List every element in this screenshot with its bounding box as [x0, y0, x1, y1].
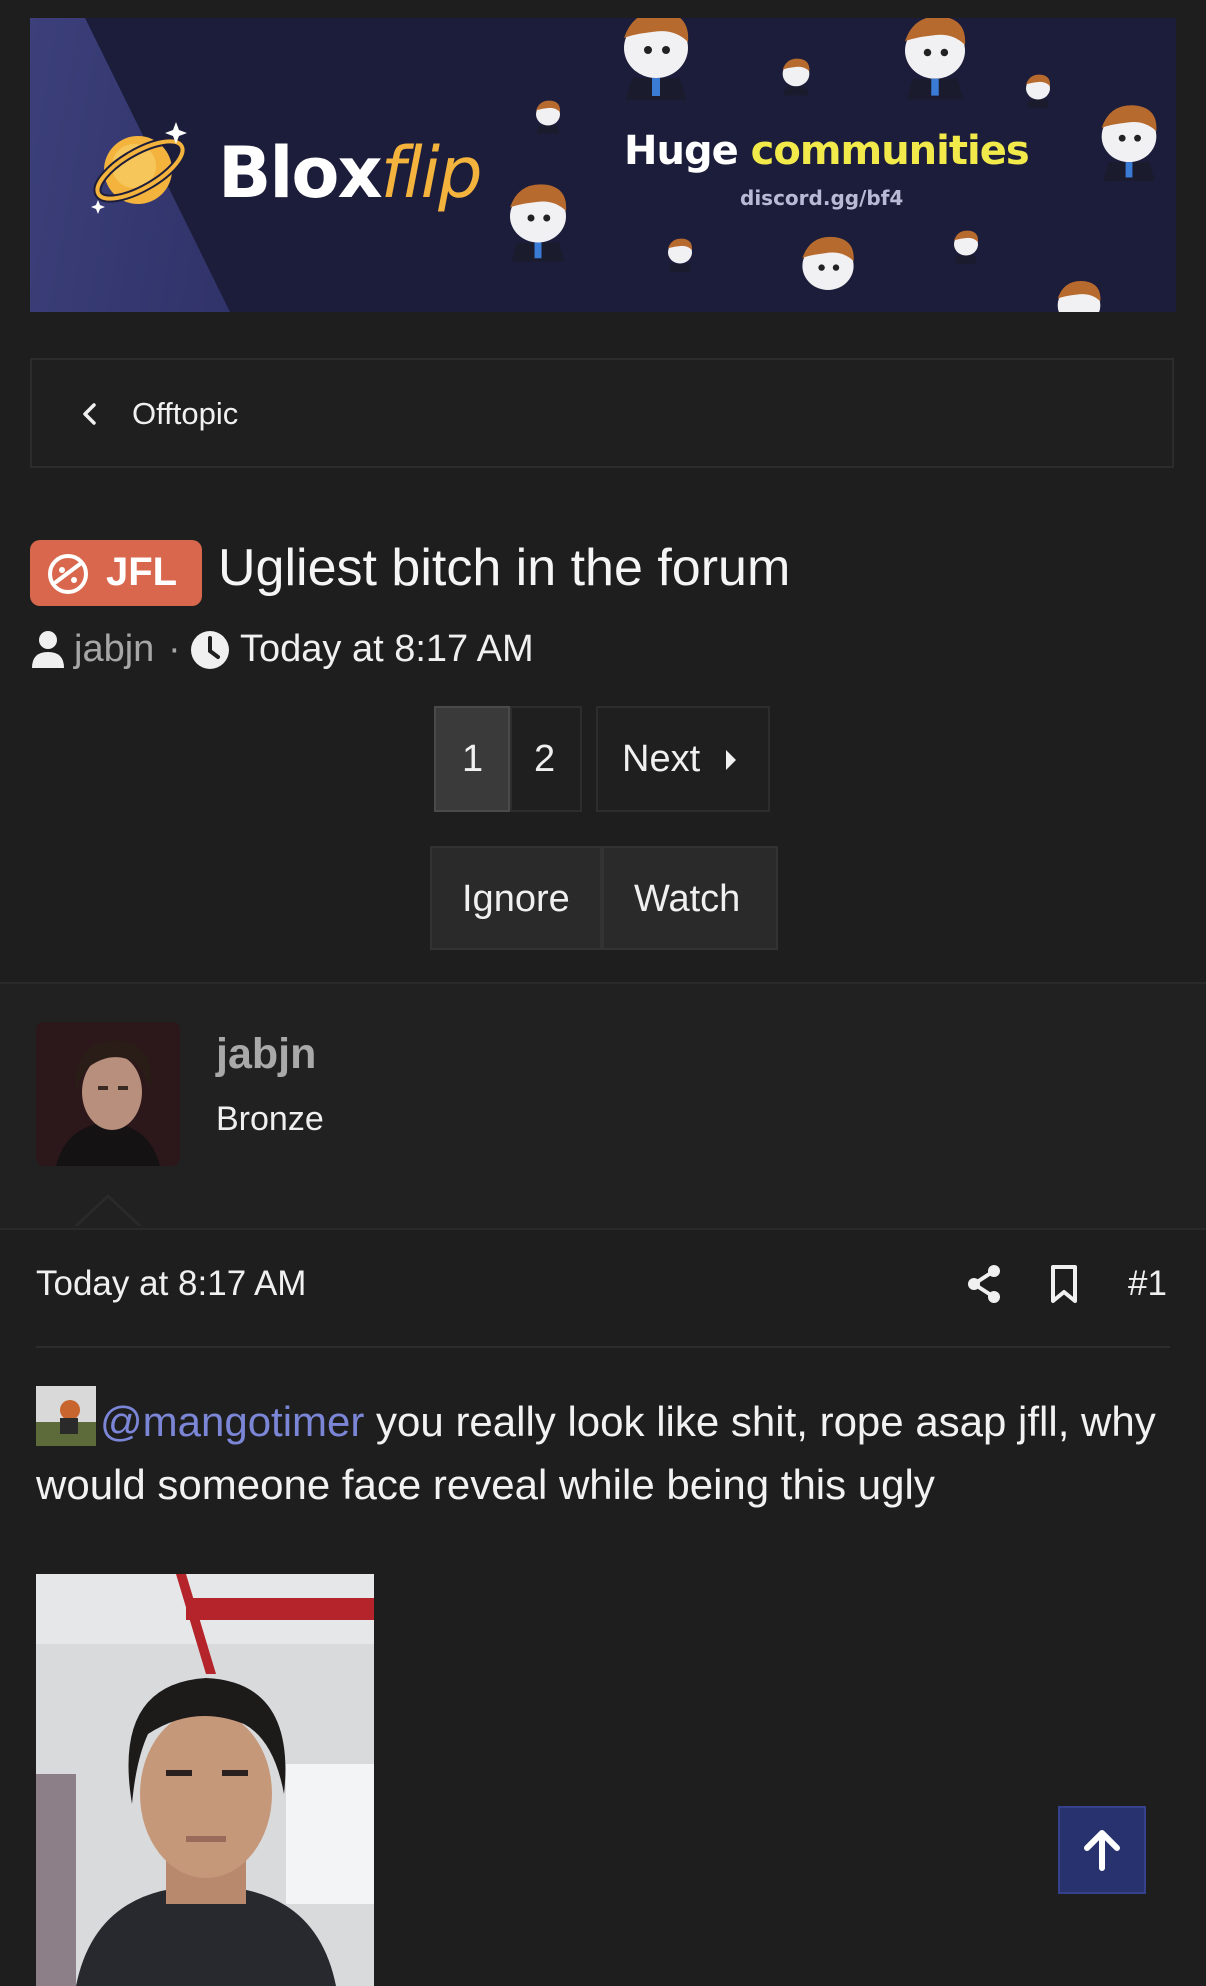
- post-body: @mangotimer you really look like shit, r…: [36, 1386, 1176, 1516]
- mascot-icon: [802, 236, 854, 290]
- post-image[interactable]: [36, 1574, 374, 1986]
- mascot-icon: [954, 230, 979, 264]
- headline-accent: communities: [750, 128, 1030, 174]
- avatar[interactable]: [36, 1022, 180, 1166]
- post-user-rank: Bronze: [216, 1100, 324, 1138]
- headline-white: Huge: [624, 128, 739, 174]
- mascot-icon: [510, 184, 567, 262]
- mascot-icon: [1057, 281, 1101, 312]
- prefix-icon: [48, 554, 88, 594]
- thread-author[interactable]: jabjn: [74, 628, 154, 671]
- breadcrumb[interactable]: Offtopic: [30, 358, 1174, 468]
- brand-flip: flip: [380, 132, 483, 214]
- user-block-pointer-inner: [77, 1198, 139, 1227]
- mascot-icon: [536, 100, 561, 134]
- post-username[interactable]: jabjn: [216, 1030, 316, 1079]
- page-2-label: 2: [534, 738, 556, 780]
- banner-brand: Bloxflip: [218, 132, 483, 214]
- clock-icon: [191, 631, 229, 669]
- next-label: Next: [622, 738, 701, 780]
- page-title: Ugliest bitch in the forum: [218, 539, 791, 597]
- post-divider: [36, 1346, 1170, 1348]
- chevron-left-icon: [83, 403, 96, 425]
- ad-banner[interactable]: Bloxflip Huge communities discord.gg/bf4: [30, 18, 1176, 312]
- post-user-block: jabjn Bronze: [0, 982, 1206, 1230]
- brand-main: Blox: [218, 132, 383, 214]
- thread-prefix-badge[interactable]: JFL: [30, 540, 202, 606]
- prefix-label: JFL: [106, 550, 178, 594]
- post-time[interactable]: Today at 8:17 AM: [36, 1264, 306, 1304]
- mascot-icon: [782, 58, 810, 96]
- banner-headline: Huge communities: [624, 128, 1030, 174]
- mascot-icon: [1026, 74, 1051, 108]
- ignore-button[interactable]: Ignore: [430, 846, 602, 950]
- bookmark-icon[interactable]: [1048, 1264, 1080, 1304]
- next-page-button[interactable]: Next: [596, 706, 770, 812]
- mascot-icon: [1101, 105, 1157, 181]
- scroll-to-top-button[interactable]: [1058, 1806, 1146, 1894]
- meta-separator: ·: [168, 628, 181, 670]
- page-1-button[interactable]: 1: [434, 706, 510, 812]
- mascot-icon: [905, 18, 966, 100]
- share-icon[interactable]: [966, 1264, 1002, 1304]
- mascot-icon: [624, 18, 689, 100]
- watch-button[interactable]: Watch: [602, 846, 778, 950]
- arrow-up-icon: [1084, 1830, 1120, 1871]
- mascot-icon: [668, 238, 693, 272]
- mention-avatar: [36, 1386, 96, 1446]
- post-number[interactable]: #1: [1128, 1264, 1167, 1304]
- watch-label: Watch: [634, 878, 741, 920]
- breadcrumb-label[interactable]: Offtopic: [132, 396, 238, 432]
- ignore-label: Ignore: [462, 878, 570, 920]
- banner-invite: discord.gg/bf4: [740, 186, 904, 210]
- user-icon: [32, 631, 64, 668]
- page-1-label: 1: [462, 738, 484, 780]
- caret-right-icon: [726, 750, 736, 770]
- page-2-button[interactable]: 2: [510, 706, 582, 812]
- thread-time[interactable]: Today at 8:17 AM: [240, 628, 534, 671]
- mention-link[interactable]: @mangotimer: [100, 1398, 364, 1445]
- bloxflip-logo-icon: [91, 122, 187, 214]
